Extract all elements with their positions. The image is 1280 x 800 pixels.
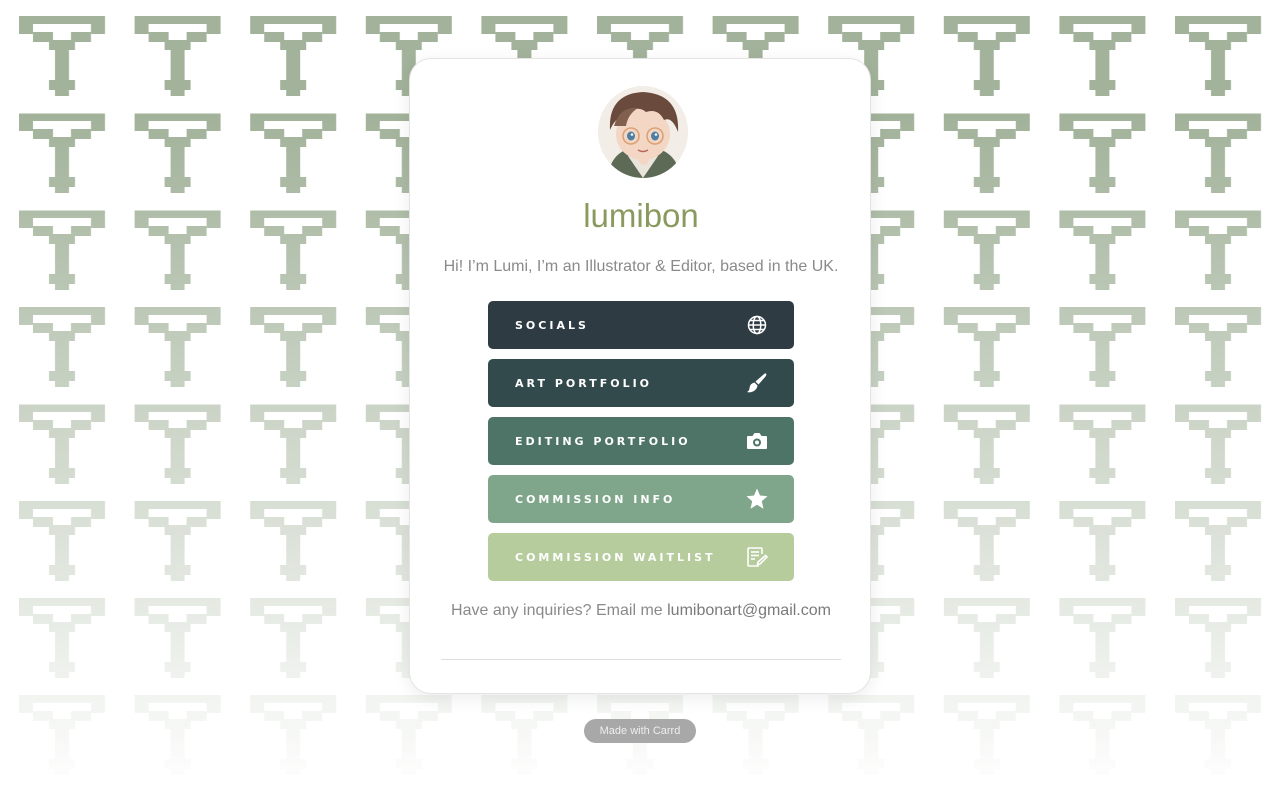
- button-label: COMMISSION WAITLIST: [515, 550, 716, 564]
- socials-button[interactable]: SOCIALS: [488, 301, 794, 349]
- art-portfolio-button[interactable]: ART PORTFOLIO: [488, 359, 794, 407]
- commission-waitlist-button[interactable]: COMMISSION WAITLIST: [488, 533, 794, 581]
- commission-info-button[interactable]: COMMISSION INFO: [488, 475, 794, 523]
- globe-icon: [746, 314, 768, 336]
- paintbrush-icon: [746, 372, 768, 394]
- editing-portfolio-button[interactable]: EDITING PORTFOLIO: [488, 417, 794, 465]
- button-label: COMMISSION INFO: [515, 492, 676, 506]
- divider: [441, 659, 841, 660]
- profile-name: lumibon: [583, 197, 699, 234]
- contact-line: Have any inquiries? Email me lumibonart@…: [410, 602, 872, 620]
- profile-card: lumibon Hi! I’m Lumi, I’m an Illustrator…: [409, 58, 871, 694]
- button-label: SOCIALS: [515, 318, 589, 332]
- made-with-carrd-badge[interactable]: Made with Carrd: [584, 719, 696, 743]
- camera-icon: [746, 430, 768, 452]
- email-link[interactable]: lumibonart@gmail.com: [667, 602, 831, 619]
- avatar: [598, 86, 688, 178]
- button-label: ART PORTFOLIO: [515, 376, 653, 390]
- contact-text: Have any inquiries? Email me: [451, 602, 663, 619]
- button-label: EDITING PORTFOLIO: [515, 434, 691, 448]
- profile-bio: Hi! I’m Lumi, I’m an Illustrator & Edito…: [443, 258, 839, 275]
- star-icon: [746, 488, 768, 510]
- edit-note-icon: [746, 546, 768, 568]
